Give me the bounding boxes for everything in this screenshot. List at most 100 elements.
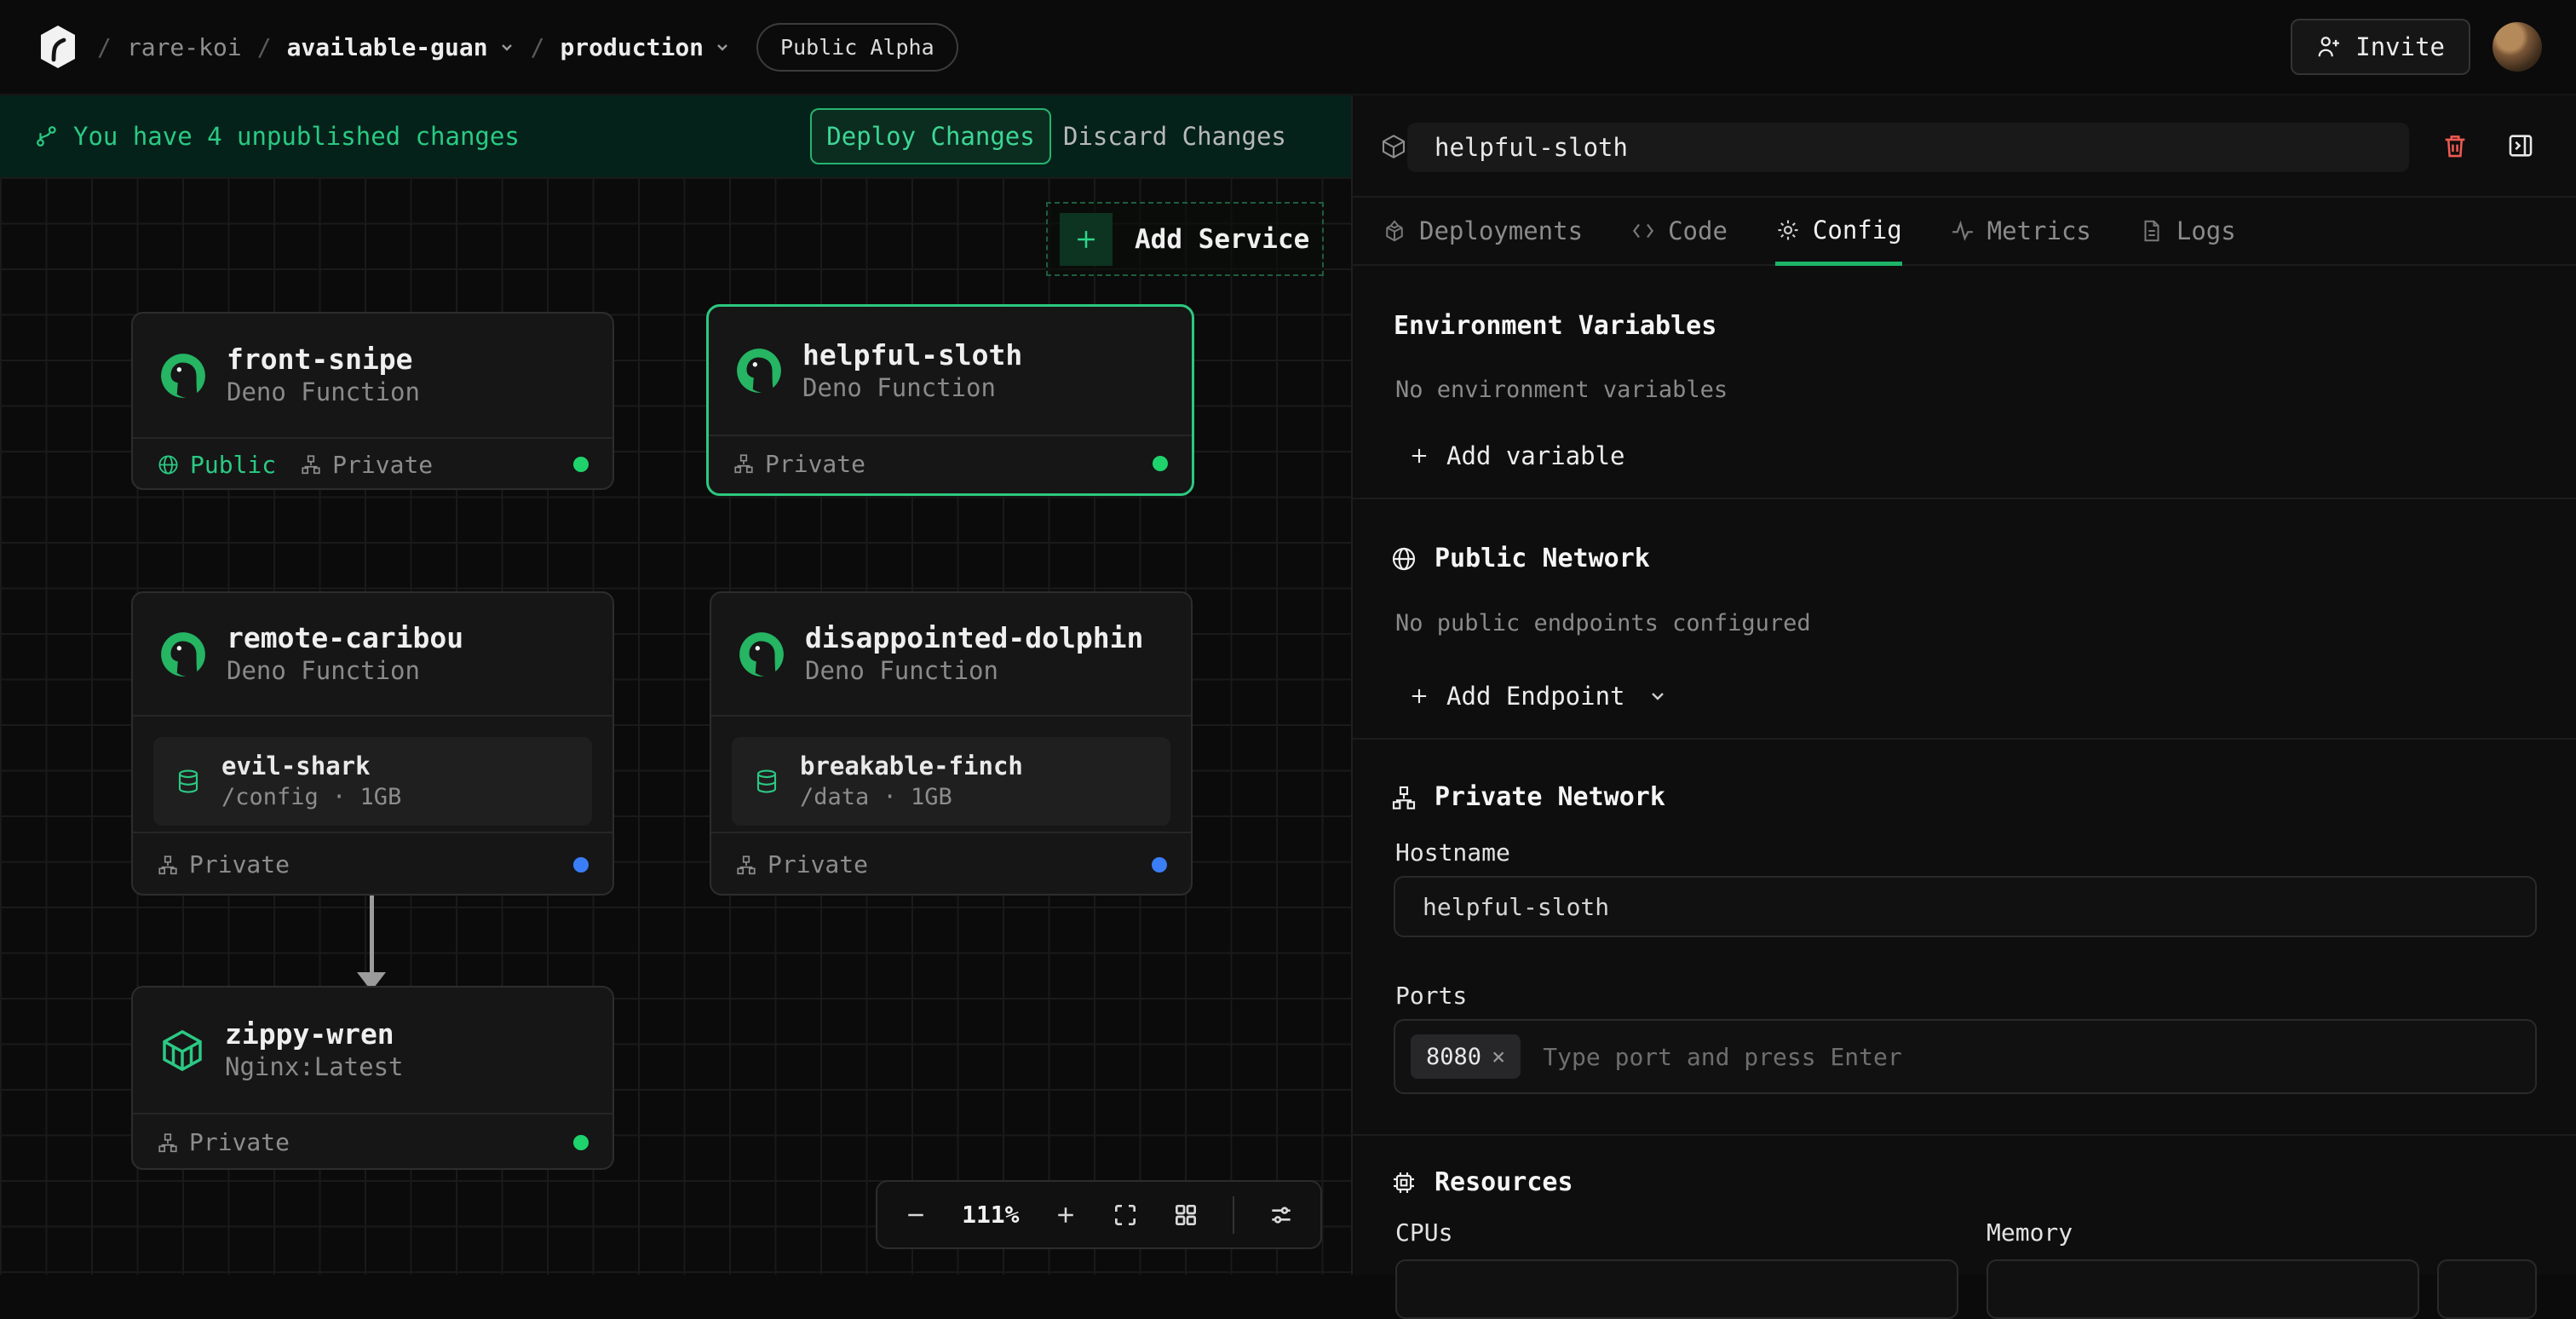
network-icon [300, 453, 322, 475]
tab-metrics[interactable]: Metrics [1950, 198, 2091, 264]
deploy-changes-button[interactable]: Deploy Changes [810, 108, 1051, 164]
zoom-level: 111% [962, 1201, 1019, 1229]
ports-input[interactable]: 8080 × Type port and press Enter [1394, 1019, 2537, 1094]
auto-layout-button[interactable] [1172, 1201, 1199, 1229]
tab-config[interactable]: Config [1775, 198, 1902, 266]
add-endpoint-button[interactable]: Add Endpoint [1407, 682, 1668, 711]
volume-attachment[interactable]: breakable-finch /data · 1GB [732, 737, 1170, 826]
delete-service-button[interactable] [2441, 131, 2470, 160]
breadcrumb-project[interactable]: rare-koi [127, 33, 242, 61]
activity-icon [1950, 218, 1975, 244]
zoom-in-button[interactable] [1053, 1202, 1078, 1228]
deno-icon [737, 630, 786, 679]
avatar[interactable] [2493, 22, 2542, 72]
breadcrumb-separator: / [257, 33, 272, 61]
chevron-down-icon [1647, 686, 1668, 706]
tab-logs[interactable]: Logs [2139, 198, 2236, 264]
service-card-front-snipe[interactable]: front-snipe Deno Function Public Private [131, 312, 614, 490]
service-type: Deno Function [227, 655, 463, 688]
user-plus-icon [2316, 34, 2342, 60]
volume-meta: /data · 1GB [800, 782, 1023, 812]
port-chip-value: 8080 [1426, 1044, 1481, 1070]
panel-tabs: Deployments Code Config Metrics Log [1353, 198, 2576, 266]
tab-code[interactable]: Code [1630, 198, 1728, 264]
cpu-icon [1390, 1169, 1417, 1196]
network-icon [1390, 784, 1417, 811]
remove-port-icon[interactable]: × [1492, 1044, 1505, 1070]
gear-icon [1775, 217, 1801, 243]
status-dot [573, 857, 589, 873]
git-branch-icon [34, 124, 60, 149]
service-card-zippy-wren[interactable]: zippy-wren Nginx:Latest Private [131, 986, 614, 1170]
deno-icon [734, 346, 784, 395]
port-chip: 8080 × [1411, 1034, 1521, 1079]
breadcrumb-environment-label: production [560, 33, 704, 61]
add-service-button[interactable]: Add Service [1046, 202, 1324, 276]
service-title: remote-caribou [227, 620, 463, 655]
service-type: Deno Function [805, 655, 1143, 688]
tab-deployments[interactable]: Deployments [1382, 198, 1583, 264]
connection-edge [370, 896, 374, 974]
deno-icon [158, 351, 208, 400]
service-type: Nginx:Latest [225, 1051, 404, 1084]
cpus-label: CPUs [1395, 1218, 1452, 1247]
private-network-badge: Private [157, 850, 290, 878]
database-icon [175, 769, 201, 794]
service-name-input[interactable]: helpful-sloth [1407, 123, 2409, 172]
public-network-badge: Public [157, 451, 276, 479]
collapse-panel-button[interactable] [2506, 131, 2535, 160]
canvas-settings-button[interactable] [1268, 1201, 1295, 1229]
network-icon [735, 854, 757, 876]
service-title: helpful-sloth [802, 337, 1022, 372]
canvas-zoom-toolbar: 111% [876, 1180, 1322, 1249]
hostname-input[interactable]: helpful-sloth [1394, 876, 2537, 937]
zoom-out-button[interactable] [903, 1202, 929, 1228]
service-type: Deno Function [227, 377, 420, 409]
invite-label: Invite [2355, 32, 2445, 61]
public-network-heading: Public Network [1390, 544, 1650, 573]
service-type: Deno Function [802, 372, 1022, 405]
database-icon [754, 769, 779, 794]
add-variable-button[interactable]: Add variable [1407, 441, 1625, 470]
network-icon [157, 854, 179, 876]
discard-changes-button[interactable]: Discard Changes [1063, 108, 1286, 164]
add-service-label: Add Service [1135, 224, 1309, 255]
network-icon [157, 1132, 179, 1154]
top-header: / rare-koi / available-guan / production… [0, 0, 2576, 95]
app-logo-icon[interactable] [34, 23, 82, 71]
memory-label: Memory [1987, 1218, 2073, 1247]
ports-label: Ports [1395, 982, 1467, 1010]
hostname-label: Hostname [1395, 838, 1510, 867]
memory-input[interactable] [1987, 1259, 2419, 1319]
volume-meta: /config · 1GB [221, 782, 401, 812]
plus-icon [1060, 213, 1113, 266]
toolbar-divider [1233, 1196, 1234, 1234]
cpus-input[interactable] [1395, 1259, 1958, 1319]
ports-placeholder: Type port and press Enter [1543, 1043, 1901, 1071]
file-text-icon [2139, 218, 2165, 244]
public-network-empty: No public endpoints configured [1395, 610, 1811, 636]
breadcrumb-service-dropdown[interactable]: available-guan [287, 33, 515, 61]
service-cube-icon [1380, 133, 1407, 160]
memory-unit-select[interactable] [2437, 1259, 2537, 1319]
service-name-row: helpful-sloth [1353, 95, 2576, 198]
breadcrumb-separator: / [531, 33, 545, 61]
service-card-disappointed-dolphin[interactable]: disappointed-dolphin Deno Function break… [710, 591, 1193, 896]
service-detail-panel: helpful-sloth Deployments Code Config [1351, 95, 2576, 1275]
fit-view-button[interactable] [1112, 1201, 1139, 1229]
volume-attachment[interactable]: evil-shark /config · 1GB [153, 737, 592, 826]
code-icon [1630, 218, 1656, 244]
plus-icon [1407, 444, 1431, 468]
service-canvas[interactable]: Add Service front-snipe Deno Function Pu… [0, 177, 1351, 1275]
chevron-down-icon [714, 38, 731, 55]
private-network-badge: Private [300, 451, 433, 479]
service-card-helpful-sloth[interactable]: helpful-sloth Deno Function Private [706, 304, 1194, 496]
service-card-remote-caribou[interactable]: remote-caribou Deno Function evil-shark … [131, 591, 614, 896]
service-title: disappointed-dolphin [805, 620, 1143, 655]
service-title: zippy-wren [225, 1017, 404, 1051]
breadcrumb-separator: / [97, 33, 112, 61]
invite-button[interactable]: Invite [2291, 19, 2470, 75]
private-network-heading: Private Network [1390, 782, 1665, 812]
deployments-icon [1382, 218, 1407, 244]
breadcrumb-environment-dropdown[interactable]: production [560, 33, 731, 61]
